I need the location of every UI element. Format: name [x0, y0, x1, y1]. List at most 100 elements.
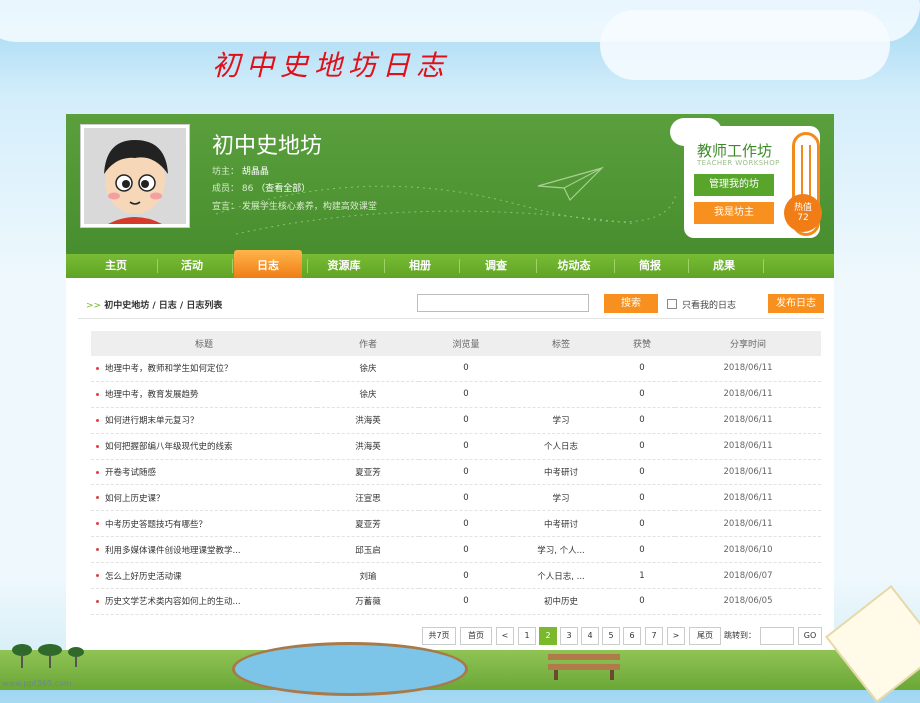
share-time-cell: 2018/06/10 [675, 536, 821, 564]
author-cell[interactable]: 邱玉启 [317, 536, 419, 564]
motto-label: 宣言： [212, 202, 240, 212]
nav-item-blog[interactable]: 日志 [234, 254, 302, 278]
likes-cell: 0 [609, 484, 675, 512]
prev-page-button[interactable]: < [496, 627, 514, 645]
last-page-button[interactable]: 尾页 [689, 627, 721, 645]
blog-title-link[interactable]: 中考历史答题技巧有哪些？ [91, 510, 317, 538]
blog-title-text[interactable]: 开卷考试随感 [105, 468, 156, 478]
blog-title-text[interactable]: 如何把握部编八年级现代史的线索 [105, 442, 233, 452]
breadcrumb-text[interactable]: 初中史地坊 / 日志 / 日志列表 [104, 301, 222, 311]
blog-title-link[interactable]: 地理中考，教师和学生如何定位？ [91, 356, 317, 382]
views-cell: 0 [419, 381, 513, 408]
tree-icon [12, 644, 84, 668]
blog-title-link[interactable]: 地理中考，教育发展趋势 [91, 381, 317, 408]
nav-item-achievements[interactable]: 成果 [690, 254, 758, 278]
author-cell[interactable]: 夏亚芳 [317, 510, 419, 538]
view-all-members-link[interactable]: （查看全部） [256, 184, 310, 194]
nav-item-survey[interactable]: 调查 [462, 254, 530, 278]
i-am-owner-button[interactable]: 我是坊主 [694, 202, 774, 224]
tags-cell: 学习 [513, 484, 609, 512]
jump-page-input[interactable] [760, 627, 794, 645]
share-time-cell: 2018/06/11 [675, 381, 821, 408]
motto-line: 宣言： 发展学生核心素养，构建高效课堂 [212, 199, 377, 212]
likes-cell: 0 [609, 381, 675, 408]
workshop-header: 初中史地坊 坊主： 胡晶晶 成员： 86 （查看全部） 宣言： 发展学生核心素养… [66, 114, 834, 254]
page-button[interactable]: 6 [623, 627, 641, 645]
author-cell[interactable]: 夏亚芳 [317, 459, 419, 486]
blog-title-text[interactable]: 如何上历史课？ [105, 494, 165, 504]
table-row[interactable]: 如何进行期末单元复习？ 洪海英 0 学习 0 2018/06/11 [91, 407, 821, 434]
motto-text: 发展学生核心素养，构建高效课堂 [241, 202, 377, 212]
author-cell[interactable]: 洪海英 [317, 407, 419, 434]
blog-title-link[interactable]: 如何上历史课？ [91, 484, 317, 512]
blog-title-link[interactable]: 如何进行期末单元复习？ [91, 407, 317, 434]
views-cell: 0 [419, 510, 513, 538]
table-row[interactable]: 开卷考试随感 夏亚芳 0 中考研讨 0 2018/06/11 [91, 459, 821, 486]
author-cell[interactable]: 刘瑜 [317, 562, 419, 590]
go-button[interactable]: GO [798, 627, 822, 645]
nav-item-album[interactable]: 相册 [386, 254, 454, 278]
cartoon-boy-avatar-icon [84, 128, 186, 224]
author-cell[interactable]: 洪海英 [317, 433, 419, 460]
only-mine-checkbox[interactable] [667, 299, 677, 309]
page-button[interactable]: 7 [645, 627, 663, 645]
page-button[interactable]: 5 [602, 627, 620, 645]
nav-item-updates[interactable]: 坊动态 [538, 254, 610, 278]
nav-item-briefing[interactable]: 简报 [616, 254, 684, 278]
owner-name[interactable]: 胡晶晶 [242, 167, 269, 177]
nav-item-activity[interactable]: 活动 [158, 254, 226, 278]
tags-cell: 学习, 个人... [513, 536, 609, 564]
blog-title-text[interactable]: 中考历史答题技巧有哪些？ [105, 520, 207, 530]
first-page-button[interactable]: 首页 [460, 627, 492, 645]
author-cell[interactable]: 汪宣思 [317, 484, 419, 512]
page-button-current[interactable]: 2 [539, 627, 557, 645]
table-row[interactable]: 中考历史答题技巧有哪些？ 夏亚芳 0 中考研讨 0 2018/06/11 [91, 510, 821, 538]
bullet-icon [96, 444, 99, 448]
author-cell[interactable]: 万蓄薇 [317, 588, 419, 615]
blog-title-text[interactable]: 利用多媒体课件创设地理课堂教学... [105, 546, 241, 556]
author-cell[interactable]: 徐庆 [317, 381, 419, 408]
share-time-cell: 2018/06/11 [675, 510, 821, 538]
page-button[interactable]: 3 [560, 627, 578, 645]
pagination: 共7页 首页 < 1 2 3 4 5 6 7 > 尾页 跳转到： GO [66, 627, 834, 645]
views-cell: 0 [419, 562, 513, 590]
table-row[interactable]: 如何把握部编八年级现代史的线索 洪海英 0 个人日志 0 2018/06/11 [91, 433, 821, 460]
blog-title-text[interactable]: 地理中考，教师和学生如何定位？ [105, 364, 233, 374]
nav-item-resources[interactable]: 资源库 [310, 254, 378, 278]
manage-my-workshop-button[interactable]: 管理我的坊 [694, 174, 774, 196]
blog-title-text[interactable]: 怎么上好历史活动课 [105, 572, 182, 582]
table-row[interactable]: 地理中考，教师和学生如何定位？ 徐庆 0 0 2018/06/11 [91, 356, 821, 382]
blog-title-link[interactable]: 怎么上好历史活动课 [91, 562, 317, 590]
page-button[interactable]: 1 [518, 627, 536, 645]
nav-divider [614, 259, 615, 273]
table-row[interactable]: 地理中考，教育发展趋势 徐庆 0 0 2018/06/11 [91, 381, 821, 408]
table-row[interactable]: 利用多媒体课件创设地理课堂教学... 邱玉启 0 学习, 个人... 0 2018/06/… [91, 536, 821, 564]
table-row[interactable]: 历史文学艺术类内容如何上的生动... 万蓄薇 0 初中历史 0 2018/06/05 [91, 588, 821, 615]
header-likes: 获赞 [609, 331, 675, 356]
publish-blog-button[interactable]: 发布日志 [768, 294, 824, 313]
next-page-button[interactable]: > [667, 627, 685, 645]
bullet-icon [96, 367, 99, 370]
blog-title-link[interactable]: 历史文学艺术类内容如何上的生动... [91, 588, 317, 615]
blog-title-text[interactable]: 历史文学艺术类内容如何上的生动... [105, 597, 241, 607]
blog-title-link[interactable]: 开卷考试随感 [91, 459, 317, 486]
workshop-card-subtitle: TEACHER WORKSHOP [697, 159, 780, 167]
blog-title-link[interactable]: 如何把握部编八年级现代史的线索 [91, 433, 317, 460]
bullet-icon [96, 600, 99, 604]
blog-title-text[interactable]: 地理中考，教育发展趋势 [105, 390, 199, 400]
share-time-cell: 2018/06/11 [675, 356, 821, 382]
nav-item-home[interactable]: 主页 [82, 254, 150, 278]
blog-title-text[interactable]: 如何进行期末单元复习？ [105, 416, 199, 426]
tags-cell: 学习 [513, 407, 609, 434]
jump-label: 跳转到： [724, 631, 756, 640]
page-button[interactable]: 4 [581, 627, 599, 645]
blog-title-link[interactable]: 利用多媒体课件创设地理课堂教学... [91, 536, 317, 564]
breadcrumb-arrow-icon: >> [86, 301, 102, 311]
table-row[interactable]: 如何上历史课？ 汪宣思 0 学习 0 2018/06/11 [91, 484, 821, 512]
workshop-avatar[interactable] [80, 124, 190, 228]
table-row[interactable]: 怎么上好历史活动课 刘瑜 0 个人日志, ... 1 2018/06/07 [91, 562, 821, 590]
bullet-icon [96, 418, 99, 422]
search-button[interactable]: 搜索 [604, 294, 658, 313]
search-input[interactable] [417, 294, 589, 312]
author-cell[interactable]: 徐庆 [317, 356, 419, 382]
